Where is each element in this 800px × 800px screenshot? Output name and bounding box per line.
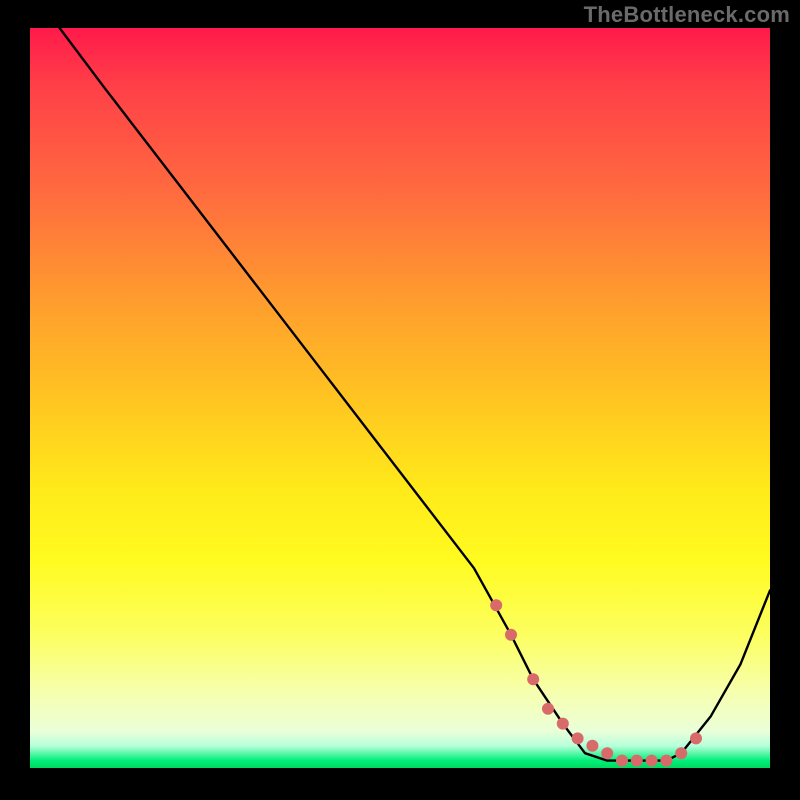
watermark-label: TheBottleneck.com (584, 4, 790, 26)
chart-container: TheBottleneck.com (0, 0, 800, 800)
plot-area (30, 28, 770, 768)
